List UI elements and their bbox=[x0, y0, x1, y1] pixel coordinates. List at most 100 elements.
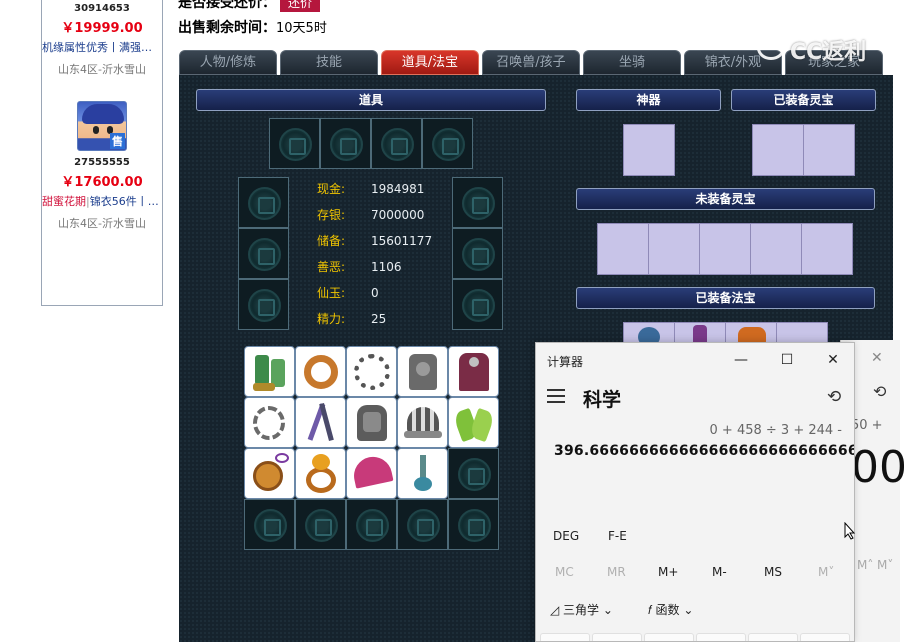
inventory-slot[interactable] bbox=[346, 499, 397, 550]
empty-slot-icon bbox=[248, 289, 281, 322]
flower-ring-item-icon[interactable] bbox=[295, 448, 346, 499]
keypad-key[interactable] bbox=[592, 633, 642, 641]
tab-character[interactable]: 人物/修炼 bbox=[179, 50, 277, 75]
listing-tags[interactable]: 机缘属性优秀丨满强… bbox=[42, 39, 162, 55]
minimize-button[interactable]: — bbox=[718, 349, 764, 373]
function-icon: 𝑓 bbox=[648, 603, 656, 617]
bargain-button[interactable]: 还价 bbox=[280, 0, 321, 12]
keypad-key[interactable] bbox=[540, 633, 590, 641]
empty-slot-icon bbox=[458, 458, 491, 491]
memory-recall-button[interactable]: MR bbox=[607, 565, 626, 579]
tab-skills[interactable]: 技能 bbox=[280, 50, 378, 75]
daggers-item-icon[interactable] bbox=[295, 397, 346, 448]
avatar[interactable]: 售 bbox=[77, 101, 127, 151]
equip-slot[interactable] bbox=[422, 118, 473, 169]
equip-slot[interactable] bbox=[371, 118, 422, 169]
history-icon[interactable]: ⟲ bbox=[827, 387, 841, 407]
chestplate-item-icon[interactable] bbox=[346, 397, 397, 448]
memory-list-button[interactable]: M˅ bbox=[818, 565, 834, 579]
unequipped-lingbao-slot[interactable] bbox=[648, 223, 700, 275]
close-icon[interactable]: ✕ bbox=[871, 350, 883, 366]
equip-slot[interactable] bbox=[320, 118, 371, 169]
chevron-down-icon: ⌄ bbox=[679, 603, 694, 617]
fan-item-icon[interactable] bbox=[346, 448, 397, 499]
memory-up-button[interactable]: M˄ bbox=[857, 558, 873, 572]
chevron-down-icon: ⌄ bbox=[599, 603, 613, 617]
empty-slot-icon bbox=[458, 509, 491, 542]
equip-slot[interactable] bbox=[238, 177, 289, 228]
calc-mode: 科学 bbox=[583, 389, 622, 411]
memory-store-button[interactable]: MS bbox=[764, 565, 782, 579]
stat-cash: 现金: 1984981 bbox=[317, 180, 477, 206]
tag-text: 锦衣56件丨… bbox=[89, 195, 159, 208]
tab-mounts[interactable]: 坐骑 bbox=[583, 50, 681, 75]
boots-item-icon[interactable] bbox=[244, 346, 295, 397]
chain-item-icon[interactable] bbox=[244, 397, 295, 448]
items-header: 道具 bbox=[196, 89, 546, 111]
tag-highlight: 甜蜜花期 bbox=[42, 195, 86, 208]
equip-slot[interactable] bbox=[238, 228, 289, 279]
hamburger-menu-icon[interactable] bbox=[547, 389, 565, 403]
unequipped-lingbao-slot[interactable] bbox=[597, 223, 649, 275]
calc-titlebar[interactable]: 计算器 — ☐ ✕ bbox=[536, 343, 854, 377]
inventory-slot[interactable] bbox=[397, 499, 448, 550]
unequipped-lingbao-slot[interactable] bbox=[699, 223, 751, 275]
listing-item[interactable]: 售 27555555 ￥17600.00 甜蜜花期|锦衣56件丨… 山东4区-沂… bbox=[42, 101, 162, 231]
keypad-key[interactable] bbox=[748, 633, 798, 641]
keypad-key[interactable] bbox=[800, 633, 850, 641]
necklace-item-icon[interactable] bbox=[346, 346, 397, 397]
stat-value: 7000000 bbox=[371, 208, 425, 222]
listing-panel: 30914653 ￥19999.00 机缘属性优秀丨满强… 山东4区-沂水雪山 … bbox=[41, 0, 163, 306]
history-icon[interactable]: ⟲ bbox=[873, 382, 886, 401]
deg-button[interactable]: DEG bbox=[553, 529, 579, 543]
robe-item-icon[interactable] bbox=[448, 346, 499, 397]
function-label: 函数 bbox=[655, 603, 680, 617]
memory-subtract-button[interactable]: M- bbox=[712, 565, 727, 579]
equip-slot[interactable] bbox=[238, 279, 289, 330]
empty-slot-icon bbox=[248, 238, 281, 271]
lingbao-slot[interactable] bbox=[752, 124, 804, 176]
remaining-value: 10天5时 bbox=[276, 21, 327, 36]
ring-item-icon[interactable] bbox=[295, 346, 346, 397]
unequipped-lingbao-slot[interactable] bbox=[750, 223, 802, 275]
armor-item-icon[interactable] bbox=[397, 346, 448, 397]
stat-reserve: 储备: 15601177 bbox=[317, 232, 477, 258]
inventory-slot[interactable] bbox=[448, 499, 499, 550]
inventory-slot[interactable] bbox=[295, 499, 346, 550]
memory-add-button[interactable]: M+ bbox=[658, 565, 678, 579]
artifact-slot[interactable] bbox=[623, 124, 675, 176]
stat-label: 存银: bbox=[317, 208, 346, 222]
empty-slot-icon bbox=[356, 509, 389, 542]
hat-item-icon[interactable] bbox=[397, 397, 448, 448]
memory-down-button[interactable]: M˅ bbox=[877, 558, 893, 572]
keypad-key[interactable] bbox=[696, 633, 746, 641]
tab-items[interactable]: 道具/法宝 bbox=[381, 50, 479, 75]
inventory-slot[interactable] bbox=[448, 448, 499, 499]
amulet-item-icon[interactable] bbox=[244, 448, 295, 499]
watermark-icon bbox=[757, 36, 785, 60]
listing-item[interactable]: 30914653 ￥19999.00 机缘属性优秀丨满强… 山东4区-沂水雪山 bbox=[42, 3, 162, 77]
keypad-key[interactable] bbox=[644, 633, 694, 641]
remaining-label: 出售剩余时间： bbox=[178, 20, 276, 36]
fe-button[interactable]: F-E bbox=[608, 529, 627, 543]
tab-summons[interactable]: 召唤兽/孩子 bbox=[482, 50, 580, 75]
listing-price: ￥17600.00 bbox=[61, 175, 143, 190]
unequipped-lingbao-slot[interactable] bbox=[801, 223, 853, 275]
wings-item-icon[interactable] bbox=[448, 397, 499, 448]
artifact-header: 神器 bbox=[576, 89, 721, 111]
maximize-button[interactable]: ☐ bbox=[764, 349, 810, 373]
pendant-item-icon[interactable] bbox=[397, 448, 448, 499]
keypad-row bbox=[540, 633, 852, 641]
avatar-eye bbox=[93, 126, 99, 134]
inventory-slot[interactable] bbox=[244, 499, 295, 550]
avatar-hair bbox=[82, 104, 124, 124]
trig-dropdown[interactable]: ◿ 三角学 ⌄ bbox=[550, 601, 613, 618]
equip-slot[interactable] bbox=[269, 118, 320, 169]
function-dropdown[interactable]: 𝑓 函数 ⌄ bbox=[648, 601, 693, 618]
close-button[interactable]: ✕ bbox=[810, 349, 854, 373]
memory-clear-button[interactable]: MC bbox=[555, 565, 574, 579]
stat-savings: 存银: 7000000 bbox=[317, 206, 477, 232]
lingbao-slot[interactable] bbox=[803, 124, 855, 176]
listing-server: 山东4区-沂水雪山 bbox=[58, 63, 146, 76]
listing-tags[interactable]: 甜蜜花期|锦衣56件丨… bbox=[42, 193, 162, 209]
